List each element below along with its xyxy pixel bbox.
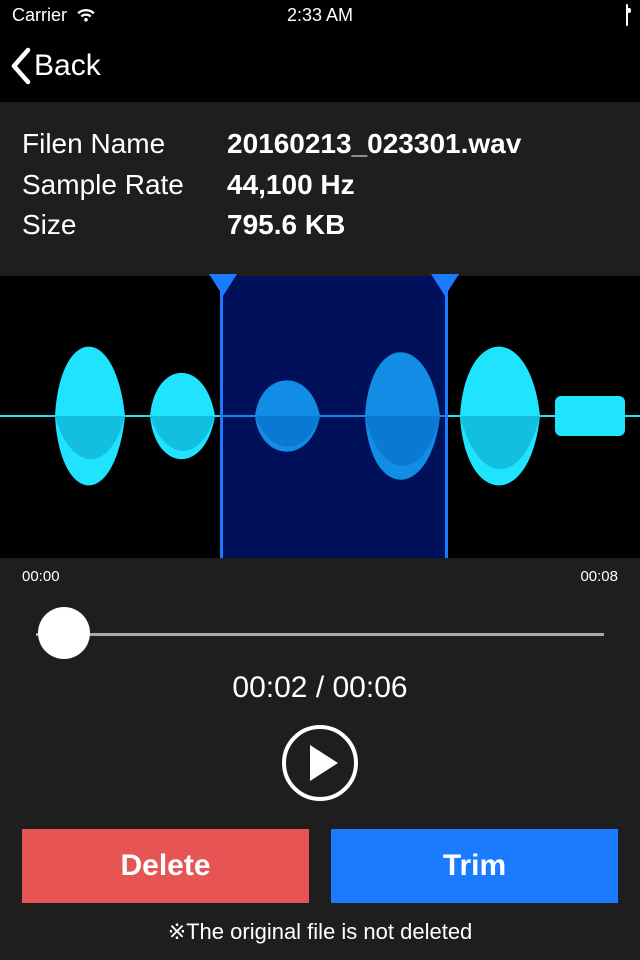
selection-handle-right[interactable] bbox=[431, 274, 459, 296]
clock: 2:33 AM bbox=[217, 5, 422, 26]
scrubber-thumb[interactable] bbox=[38, 607, 90, 659]
delete-button[interactable]: Delete bbox=[22, 829, 309, 903]
battery-icon bbox=[626, 5, 628, 26]
scrubber[interactable] bbox=[36, 603, 604, 663]
scrubber-track bbox=[36, 633, 604, 636]
file-info-panel: Filen Name 20160213_023301.wav Sample Ra… bbox=[0, 102, 640, 276]
trim-button[interactable]: Trim bbox=[331, 829, 618, 903]
wifi-icon bbox=[75, 7, 97, 23]
play-button[interactable] bbox=[282, 725, 358, 801]
carrier-label: Carrier bbox=[12, 5, 67, 26]
filename-label: Filen Name bbox=[22, 124, 227, 165]
chevron-left-icon bbox=[8, 47, 32, 85]
footer-note: ※The original file is not deleted bbox=[0, 919, 640, 945]
play-icon bbox=[310, 745, 338, 781]
filename-value: 20160213_023301.wav bbox=[227, 124, 521, 165]
back-label: Back bbox=[34, 49, 101, 83]
time-end: 00:08 bbox=[580, 568, 618, 585]
samplerate-label: Sample Rate bbox=[22, 165, 227, 206]
action-button-row: Delete Trim bbox=[0, 801, 640, 903]
time-labels: 00:00 00:08 bbox=[0, 558, 640, 585]
status-bar: Carrier 2:33 AM bbox=[0, 0, 640, 30]
nav-bar: Back bbox=[0, 30, 640, 102]
selection-time-readout: 00:02 / 00:06 bbox=[0, 671, 640, 705]
size-value: 795.6 KB bbox=[227, 205, 345, 246]
waveform-display[interactable] bbox=[0, 276, 640, 558]
back-button[interactable]: Back bbox=[8, 47, 101, 85]
size-label: Size bbox=[22, 205, 227, 246]
samplerate-value: 44,100 Hz bbox=[227, 165, 355, 206]
selection-handle-left[interactable] bbox=[209, 274, 237, 296]
time-start: 00:00 bbox=[22, 568, 60, 585]
selection-region[interactable] bbox=[220, 276, 448, 558]
